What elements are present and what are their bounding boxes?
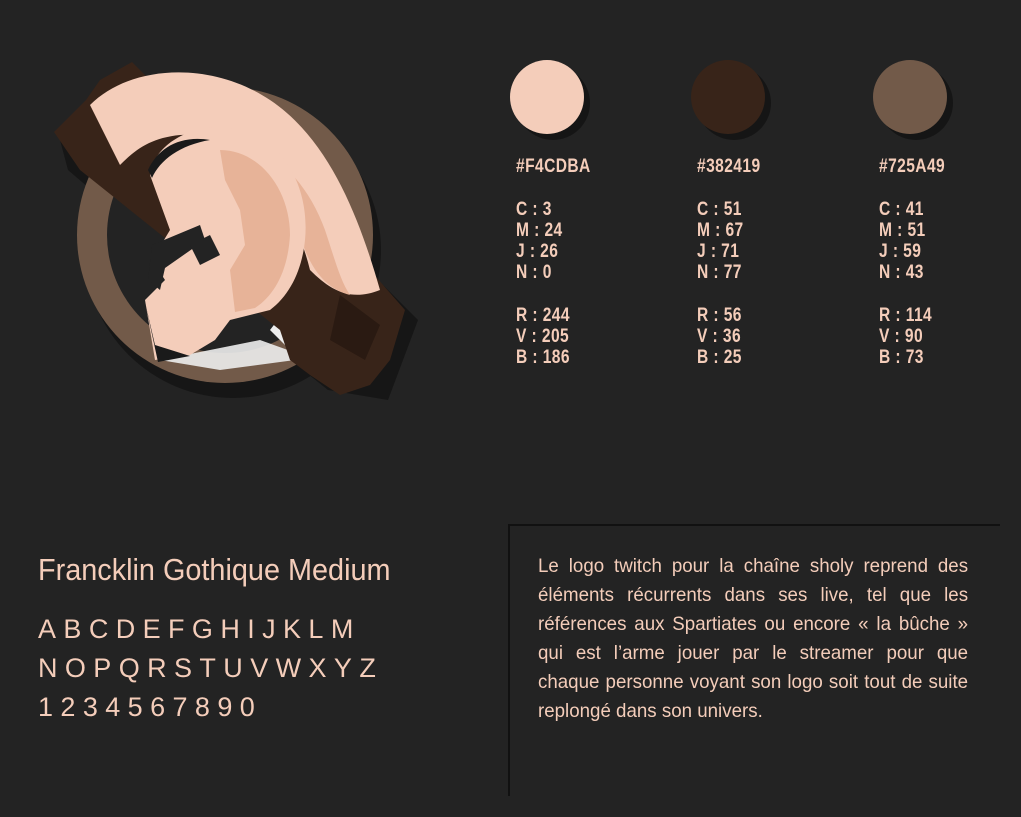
color-swatch [691,60,765,134]
font-name-title: Francklin Gothique Medium [38,552,391,587]
cmyk-m: M : 67 [697,220,744,241]
rgb-values: R : 56 V : 36 B : 25 [697,305,841,368]
cmyk-m: M : 24 [516,220,563,241]
alphabet-row-1: ABCDEFGHIJKLM [38,614,361,644]
cmyk-n: N : 43 [879,262,924,283]
color-swatch [510,60,584,134]
rgb-r: R : 244 [516,305,570,326]
rgb-values: R : 114 V : 90 B : 73 [879,305,1021,368]
cmyk-n: N : 77 [697,262,742,283]
alphabet-row-2: NOPQRSTUVWXYZ [38,653,384,683]
hex-code: #725A49 [879,156,946,177]
rgb-b: B : 25 [697,347,742,368]
cmyk-c: C : 3 [516,199,552,220]
rgb-v: V : 205 [516,326,570,347]
cmyk-values: C : 51 M : 67 J : 71 N : 77 [697,199,841,283]
cmyk-c: C : 41 [879,199,924,220]
cmyk-j: J : 26 [516,241,559,262]
logo-description: Le logo twitch pour la chaîne sholy repr… [538,555,969,722]
rgb-r: R : 114 [879,305,933,326]
spartan-helmet-log-icon [54,62,418,400]
rgb-b: B : 186 [516,347,570,368]
cmyk-j: J : 59 [879,241,922,262]
rgb-v: V : 90 [879,326,924,347]
cmyk-j: J : 71 [697,241,740,262]
cmyk-m: M : 51 [879,220,926,241]
cmyk-values: C : 41 M : 51 J : 59 N : 43 [879,199,1021,283]
rgb-values: R : 244 V : 205 B : 186 [516,305,660,368]
swatch-column-1: #F4CDBA C : 3 M : 24 J : 26 N : 0 R : 24… [510,60,660,368]
digits-row: 1234567890 [38,692,263,722]
hex-code: #F4CDBA [516,156,591,177]
rgb-v: V : 36 [697,326,742,347]
rgb-r: R : 56 [697,305,742,326]
rgb-b: B : 73 [879,347,924,368]
cmyk-values: C : 3 M : 24 J : 26 N : 0 [516,199,660,283]
hex-code: #382419 [697,156,761,177]
swatch-column-3: #725A49 C : 41 M : 51 J : 59 N : 43 R : … [873,60,1021,368]
cmyk-n: N : 0 [516,262,552,283]
color-swatch [873,60,947,134]
cmyk-c: C : 51 [697,199,742,220]
swatch-column-2: #382419 C : 51 M : 67 J : 71 N : 77 R : … [691,60,841,368]
